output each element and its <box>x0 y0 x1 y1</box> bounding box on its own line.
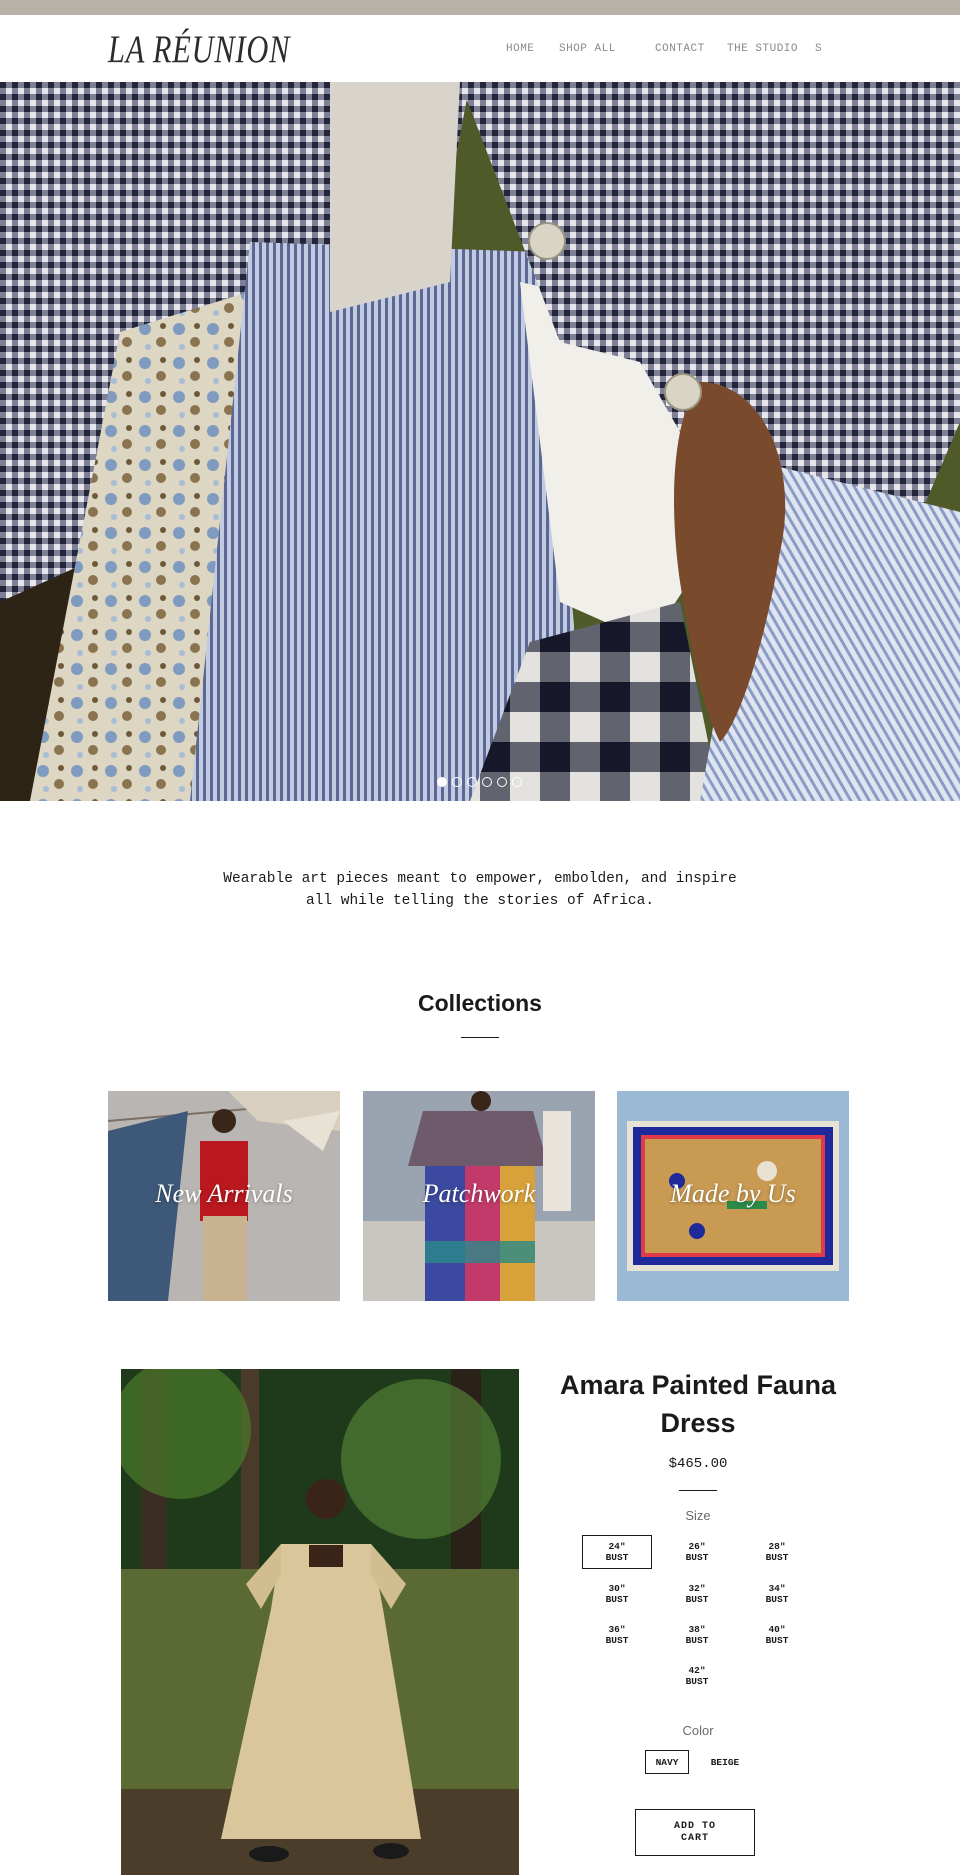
color-option-navy[interactable]: NAVY <box>645 1750 689 1774</box>
size-option-26[interactable]: 26" BUST <box>662 1535 732 1569</box>
slide-dot-2[interactable] <box>452 777 462 787</box>
size-label: Size <box>685 1508 711 1523</box>
nav-home[interactable]: HOME <box>506 43 534 55</box>
site-header: LA RÉUNION HOME SHOP ALL CONTACT THE STU… <box>0 15 960 82</box>
size-option-30[interactable]: 30" BUST <box>582 1577 652 1611</box>
tagline-line-2: all while telling the stories of Africa. <box>305 893 655 909</box>
collection-label-made-by-us: Made by Us <box>670 1179 796 1208</box>
announcement-bar <box>0 0 960 15</box>
nav-contact[interactable]: CONTACT <box>655 43 705 55</box>
tagline-line-1: Wearable art pieces meant to empower, em… <box>223 871 737 887</box>
site-logo[interactable]: LA RÉUNION <box>108 27 290 72</box>
collection-label-new-arrivals: New Arrivals <box>155 1179 293 1208</box>
hero-image <box>0 82 960 801</box>
slide-dot-3[interactable] <box>467 777 477 787</box>
size-option-40[interactable]: 40" BUST <box>742 1618 812 1652</box>
product-title: Amara Painted Fauna Dress <box>559 1370 837 1438</box>
size-option-34[interactable]: 34" BUST <box>742 1577 812 1611</box>
size-option-42[interactable]: 42" BUST <box>662 1659 732 1693</box>
hero-slideshow[interactable] <box>0 82 960 801</box>
collection-tile-made-by-us[interactable]: Made by Us <box>617 1091 849 1301</box>
slide-dot-1[interactable] <box>437 777 447 787</box>
size-option-24[interactable]: 24" BUST <box>582 1535 652 1569</box>
add-to-cart-button[interactable]: ADD TO CART <box>635 1809 755 1856</box>
collections-heading: Collections <box>418 990 542 1016</box>
size-option-32[interactable]: 32" BUST <box>662 1577 732 1611</box>
size-option-38[interactable]: 38" BUST <box>662 1618 732 1652</box>
price-divider <box>679 1490 717 1491</box>
collection-tile-patchwork[interactable]: Patchwork <box>363 1091 595 1301</box>
slideshow-dots <box>437 777 522 787</box>
size-option-28[interactable]: 28" BUST <box>742 1535 812 1569</box>
product-photo-graphic <box>121 1369 519 1875</box>
color-label: Color <box>682 1723 714 1738</box>
collection-tile-new-arrivals[interactable]: New Arrivals <box>108 1091 340 1301</box>
nav-search[interactable]: S <box>815 43 822 55</box>
nav-shop-all[interactable]: SHOP ALL <box>559 43 616 55</box>
collections-divider <box>461 1037 499 1038</box>
size-option-36[interactable]: 36" BUST <box>582 1618 652 1652</box>
slide-dot-6[interactable] <box>512 777 522 787</box>
product-image[interactable] <box>121 1369 519 1875</box>
product-price: $465.00 <box>668 1456 728 1472</box>
collection-label-patchwork: Patchwork <box>422 1179 536 1208</box>
color-option-beige[interactable]: BEIGE <box>701 1750 749 1774</box>
slide-dot-4[interactable] <box>482 777 492 787</box>
nav-the-studio[interactable]: THE STUDIO <box>727 43 798 55</box>
slide-dot-5[interactable] <box>497 777 507 787</box>
brand-tagline: Wearable art pieces meant to empower, em… <box>180 868 780 912</box>
